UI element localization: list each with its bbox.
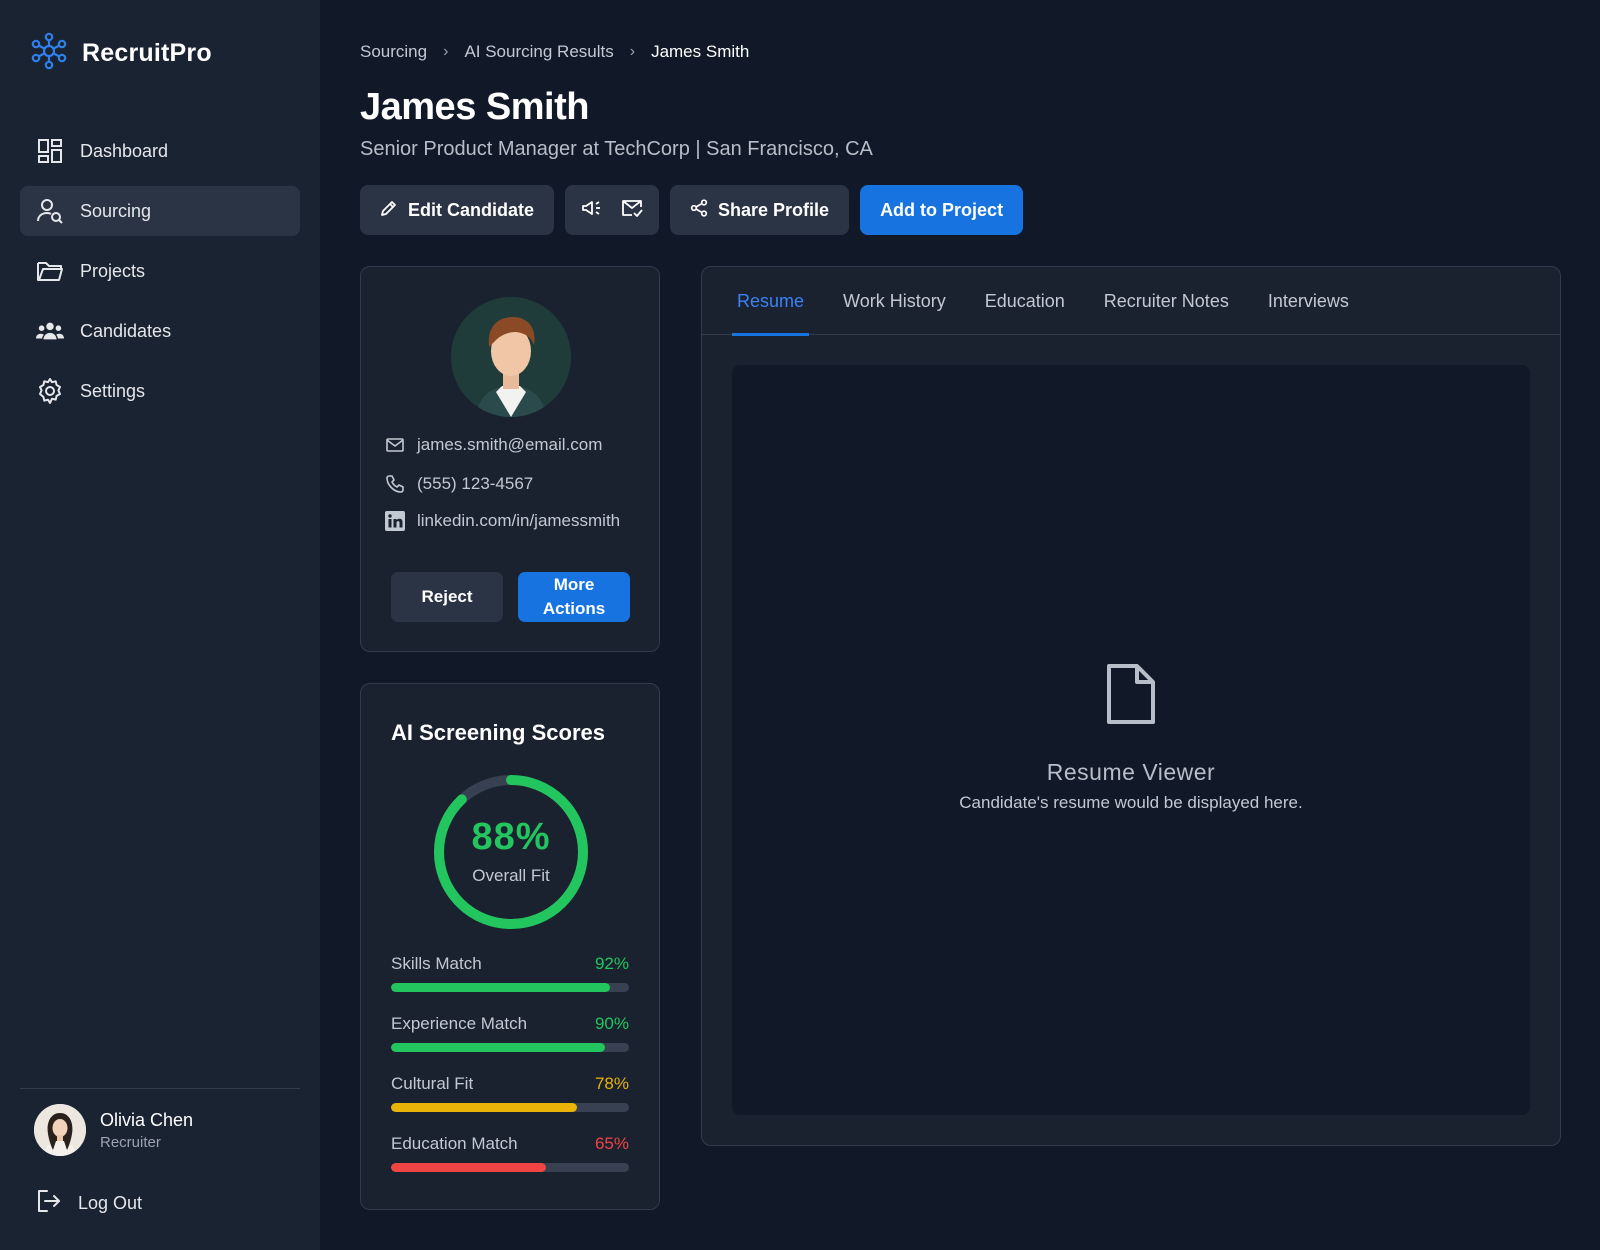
- logout-icon: [36, 1188, 62, 1219]
- linkedin-icon: [385, 511, 405, 531]
- edit-candidate-label: Edit Candidate: [408, 199, 535, 220]
- tab-interviews[interactable]: Interviews: [1263, 267, 1354, 335]
- sidebar-item-label: Settings: [80, 380, 146, 401]
- page-title: James Smith: [360, 86, 589, 128]
- sidebar: RecruitPro Dashboard Sourcing Projects C…: [0, 0, 320, 1250]
- user-name: Olivia Chen: [100, 1109, 194, 1130]
- overall-fit-gauge: 88% Overall Fit: [431, 772, 591, 932]
- metric-bar-fill: [391, 983, 610, 992]
- email-value: james.smith@email.com: [417, 435, 603, 454]
- sidebar-item-label: Dashboard: [80, 140, 169, 161]
- profile-card: james.smith@email.com (555) 123-4567 lin…: [360, 266, 660, 652]
- sidebar-item-dashboard[interactable]: Dashboard: [20, 126, 300, 176]
- user-search-icon: [36, 197, 64, 225]
- breadcrumb: Sourcing › AI Sourcing Results › James S…: [360, 42, 749, 62]
- resume-viewer[interactable]: Resume Viewer Candidate's resume would b…: [732, 365, 1530, 1115]
- candidate-subtitle: Senior Product Manager at TechCorp | San…: [360, 138, 873, 160]
- logout-button[interactable]: Log Out: [36, 1188, 142, 1219]
- phone-value: (555) 123-4567: [417, 474, 534, 493]
- metric-value: 78%: [594, 1074, 629, 1093]
- reject-button[interactable]: Reject: [391, 572, 503, 622]
- chevron-right-icon: ›: [443, 43, 449, 60]
- document-icon: [1106, 663, 1156, 730]
- user-role: Recruiter: [100, 1133, 161, 1151]
- contact-phone[interactable]: (555) 123-4567: [385, 474, 533, 494]
- metric-label: Skills Match: [391, 954, 482, 973]
- avatar: [34, 1104, 86, 1156]
- network-logo-icon: [30, 32, 68, 75]
- share-profile-label: Share Profile: [718, 199, 830, 220]
- app-logo[interactable]: RecruitPro: [30, 32, 212, 75]
- phone-icon: [385, 474, 405, 494]
- candidate-tabs: Resume Work History Education Recruiter …: [732, 267, 1383, 336]
- sidebar-item-label: Sourcing: [80, 200, 152, 221]
- outreach-button-group: [565, 185, 660, 235]
- viewer-title: Resume Viewer: [1046, 759, 1216, 785]
- more-actions-button[interactable]: More Actions: [518, 572, 630, 622]
- candidate-avatar: [451, 297, 571, 417]
- metric-value: 90%: [594, 1014, 629, 1033]
- sidebar-divider: [20, 1088, 300, 1089]
- overall-fit-label: Overall Fit: [472, 866, 550, 885]
- breadcrumb-sourcing[interactable]: Sourcing: [360, 42, 427, 62]
- breadcrumb-ai-sourcing-results[interactable]: AI Sourcing Results: [464, 42, 613, 62]
- add-to-project-label: Add to Project: [880, 199, 1004, 220]
- metric-bar-fill: [391, 1103, 577, 1112]
- users-icon: [36, 317, 64, 345]
- dashboard-icon: [36, 137, 64, 165]
- metric-bar-fill: [391, 1163, 546, 1172]
- chevron-right-icon: ›: [629, 43, 636, 60]
- metric-value: 65%: [594, 1134, 629, 1153]
- share-icon: [690, 198, 708, 222]
- viewer-subtitle: Candidate's resume would be displayed he…: [959, 793, 1303, 812]
- metric-skills-match: Skills Match 92%: [391, 954, 629, 992]
- sidebar-item-label: Candidates: [80, 320, 172, 341]
- metric-experience-match: Experience Match 90%: [391, 1014, 629, 1052]
- sidebar-item-label: Projects: [80, 260, 146, 281]
- resume-panel: Resume Work History Education Recruiter …: [701, 266, 1561, 1146]
- mail-check-icon[interactable]: [621, 198, 643, 223]
- sidebar-nav: Dashboard Sourcing Projects Candidates S…: [20, 126, 300, 426]
- mail-icon: [385, 435, 405, 455]
- tab-recruiter-notes[interactable]: Recruiter Notes: [1099, 267, 1234, 335]
- sidebar-item-projects[interactable]: Projects: [20, 246, 300, 296]
- candidate-actions: Edit Candidate Share Profile Add to Proj…: [360, 185, 1024, 235]
- metric-cultural-fit: Cultural Fit 78%: [391, 1074, 629, 1112]
- pencil-icon: [380, 199, 398, 222]
- metric-label: Education Match: [391, 1134, 518, 1153]
- metric-label: Experience Match: [391, 1014, 528, 1033]
- metric-value: 92%: [594, 954, 629, 973]
- folder-icon: [36, 257, 64, 285]
- logout-label: Log Out: [78, 1193, 143, 1213]
- gear-icon: [36, 377, 64, 405]
- sidebar-item-sourcing[interactable]: Sourcing: [20, 186, 300, 236]
- add-to-project-button[interactable]: Add to Project: [860, 185, 1024, 235]
- megaphone-icon[interactable]: [581, 198, 603, 223]
- card-actions: Reject More Actions: [391, 572, 630, 622]
- current-user[interactable]: Olivia Chen Recruiter: [34, 1104, 193, 1156]
- tab-resume[interactable]: Resume: [732, 267, 810, 336]
- edit-candidate-button[interactable]: Edit Candidate: [360, 185, 555, 235]
- breadcrumb-current: James Smith: [651, 42, 750, 61]
- metric-education-match: Education Match 65%: [391, 1134, 629, 1172]
- tab-work-history[interactable]: Work History: [838, 267, 951, 335]
- sidebar-item-settings[interactable]: Settings: [20, 366, 300, 416]
- scores-title: AI Screening Scores: [391, 720, 605, 745]
- tab-education[interactable]: Education: [980, 267, 1070, 335]
- sidebar-item-candidates[interactable]: Candidates: [20, 306, 300, 356]
- metric-label: Cultural Fit: [391, 1074, 474, 1093]
- ai-screening-scores-card: AI Screening Scores 88% Overall Fit Skil…: [360, 683, 660, 1210]
- overall-fit-value: 88%: [471, 816, 551, 858]
- metric-bar-fill: [391, 1043, 606, 1052]
- linkedin-value: linkedin.com/in/jamessmith: [417, 511, 621, 530]
- app-name: RecruitPro: [82, 39, 212, 67]
- contact-email[interactable]: james.smith@email.com: [385, 435, 602, 455]
- contact-linkedin[interactable]: linkedin.com/in/jamessmith: [385, 511, 620, 531]
- share-profile-button[interactable]: Share Profile: [670, 185, 850, 235]
